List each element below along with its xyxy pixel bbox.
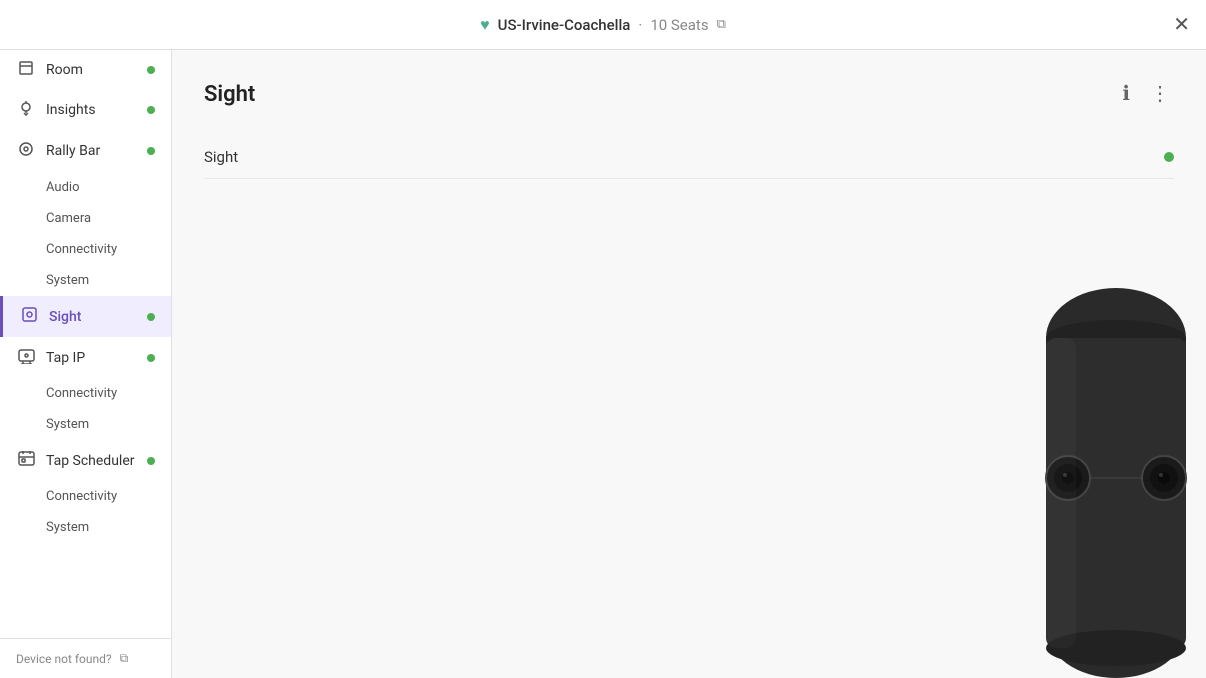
sidebar-sight-label: Sight (49, 309, 81, 325)
insights-icon (16, 100, 36, 120)
sidebar-sub-system-rb[interactable]: System (0, 265, 171, 296)
room-status-dot (147, 66, 155, 74)
sidebar-room-label: Room (46, 62, 83, 78)
sidebar-sub-system-ts[interactable]: System (0, 512, 171, 543)
sight-row-label: Sight (204, 148, 1164, 166)
content-header: Sight ℹ ⋮ (204, 80, 1174, 108)
sidebar-item-room[interactable]: Room (0, 50, 171, 90)
top-bar-title: ♥ US-Irvine-Coachella · 10 Seats ⧉ (480, 15, 726, 35)
sidebar-sub-system-tip[interactable]: System (0, 409, 171, 440)
sight-row: Sight (204, 136, 1174, 179)
rally-bar-status-dot (147, 147, 155, 155)
sidebar-item-tap-ip[interactable]: Tap IP (0, 337, 171, 378)
sidebar-item-rally-bar[interactable]: Rally Bar (0, 130, 171, 172)
close-button[interactable]: ✕ (1173, 15, 1190, 35)
sidebar-sub-connectivity-ts[interactable]: Connectivity (0, 481, 171, 512)
sidebar-tap-scheduler-label: Tap Scheduler (46, 453, 135, 469)
sidebar-sub-camera[interactable]: Camera (0, 203, 171, 234)
insights-status-dot (147, 106, 155, 114)
sidebar-item-sight[interactable]: Sight (0, 296, 171, 337)
sight-status-dot (147, 313, 155, 321)
sidebar-insights-label: Insights (46, 102, 96, 118)
sight-camera-svg (1036, 278, 1196, 678)
room-icon (16, 60, 36, 80)
sidebar-tap-ip-label: Tap IP (46, 350, 85, 366)
sidebar-item-tap-scheduler[interactable]: Tap Scheduler (0, 440, 171, 481)
tap-scheduler-status-dot (147, 457, 155, 465)
sidebar-sub-connectivity-tip[interactable]: Connectivity (0, 378, 171, 409)
content-actions: ℹ ⋮ (1118, 80, 1174, 108)
info-button[interactable]: ℹ (1118, 80, 1134, 108)
tap-ip-status-dot (147, 354, 155, 362)
heart-icon: ♥ (480, 15, 490, 35)
external-link-icon[interactable]: ⧉ (717, 17, 726, 32)
sight-row-status-dot (1164, 152, 1174, 162)
sidebar-rally-bar-label: Rally Bar (46, 143, 100, 159)
device-image (1026, 258, 1206, 678)
seats-count: 10 Seats (650, 16, 708, 34)
sight-icon (19, 306, 39, 327)
device-not-found-label: Device not found? (16, 652, 112, 666)
sidebar-footer: Device not found? ⧉ (0, 638, 171, 678)
sidebar-sub-audio[interactable]: Audio (0, 172, 171, 203)
main-layout: Room Insights Rally Ba (0, 50, 1206, 678)
workspace-name: US-Irvine-Coachella (498, 16, 631, 34)
rally-bar-icon (16, 140, 36, 162)
page-title: Sight (204, 82, 255, 107)
sidebar: Room Insights Rally Ba (0, 50, 172, 678)
device-not-found-link[interactable]: ⧉ (120, 651, 129, 666)
separator: · (638, 16, 642, 34)
sidebar-item-insights[interactable]: Insights (0, 90, 171, 130)
tap-scheduler-icon (16, 450, 36, 471)
tap-ip-icon (16, 347, 36, 368)
content-area: Sight ℹ ⋮ Sight (172, 50, 1206, 678)
sidebar-sub-connectivity-rb[interactable]: Connectivity (0, 234, 171, 265)
top-bar: ♥ US-Irvine-Coachella · 10 Seats ⧉ ✕ (0, 0, 1206, 50)
more-options-button[interactable]: ⋮ (1146, 80, 1174, 108)
